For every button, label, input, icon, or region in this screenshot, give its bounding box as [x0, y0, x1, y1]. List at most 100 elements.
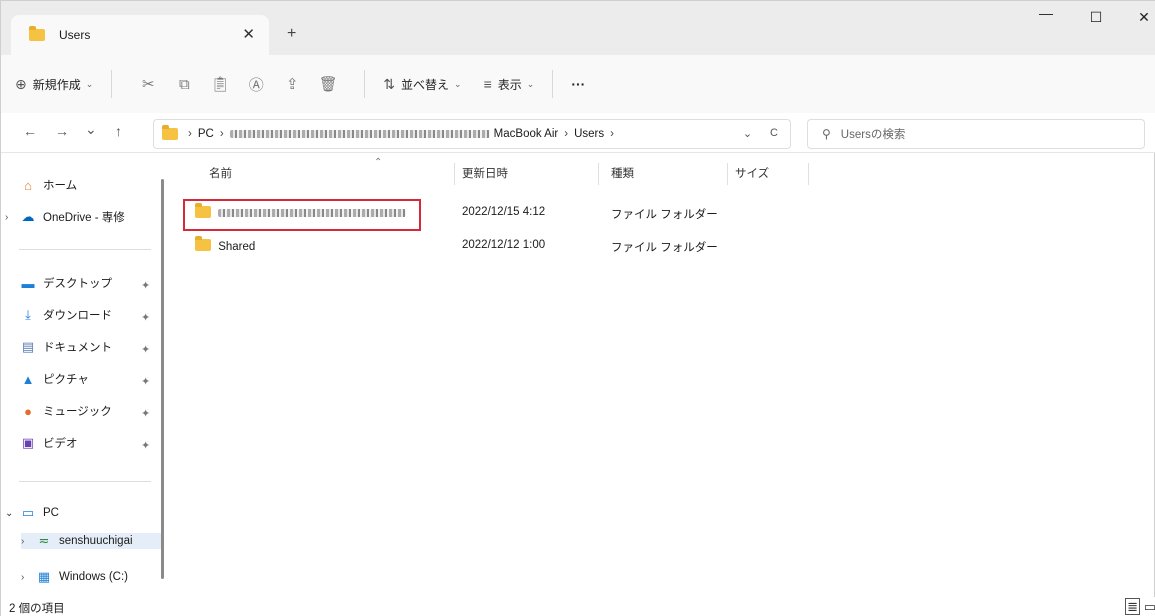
delete-icon[interactable]: 🗑︎	[310, 75, 346, 93]
view-label: 表示	[497, 77, 522, 92]
address-row: ← → ⌄ ↑ › PC › MacBook Air › Users › ⌄ C…	[1, 113, 1155, 153]
title-bar: Users ✕ + — ☐ ✕	[1, 1, 1155, 55]
pin-icon[interactable]: ✦	[141, 311, 150, 324]
annotation-highlight-box	[183, 199, 421, 231]
view-list-icon: ≡	[483, 76, 492, 92]
new-button[interactable]: ⊕ 新規作成 ⌄	[15, 76, 93, 93]
back-button[interactable]: ←	[23, 123, 37, 139]
modified-cell: 2022/12/15 4:12	[462, 206, 546, 218]
column-divider[interactable]	[808, 163, 809, 185]
chevron-down-icon: ⌄	[85, 78, 94, 89]
redacted-breadcrumb	[229, 130, 490, 138]
breadcrumb-pc[interactable]: PC	[198, 128, 214, 140]
copy-icon[interactable]: ⧉	[166, 76, 202, 93]
recent-locations-button[interactable]: ⌄	[85, 121, 97, 138]
refresh-icon[interactable]: C	[770, 127, 778, 140]
minimize-button[interactable]: —	[1031, 5, 1061, 21]
column-header-type[interactable]: 種類	[611, 165, 634, 181]
pin-icon[interactable]: ✦	[141, 343, 150, 356]
breadcrumb-device[interactable]: MacBook Air	[494, 128, 559, 140]
tiles-view-icon[interactable]: ▭	[1144, 599, 1155, 614]
type-cell: ファイル フォルダー	[611, 209, 718, 221]
view-button[interactable]: ≡ 表示 ⌄	[484, 76, 535, 93]
search-box[interactable]: ⚲ Usersの検索	[807, 119, 1145, 149]
view-toggle: ≣ ▭	[1125, 598, 1155, 615]
column-divider[interactable]	[727, 163, 728, 185]
nav-item-user-drive[interactable]: › ≂ senshuuchigai	[21, 533, 161, 549]
folder-icon	[162, 125, 178, 140]
nav-label: ドキュメント	[43, 342, 112, 354]
desktop-icon: ▬	[21, 275, 35, 291]
chevron-down-icon: ⌄	[526, 78, 535, 89]
breadcrumb-separator: ›	[564, 128, 569, 140]
nav-item-windows-drive[interactable]: › ▦ Windows (C:)	[21, 569, 165, 585]
search-icon: ⚲	[822, 127, 831, 141]
address-bar[interactable]: › PC › MacBook Air › Users › ⌄ C	[153, 119, 791, 149]
more-options-button[interactable]: ···	[571, 76, 585, 92]
item-count: 2 個の項目	[9, 603, 65, 615]
nav-label: デスクトップ	[43, 278, 112, 290]
nav-label: senshuuchigai	[59, 535, 133, 547]
share-icon[interactable]: ⇪	[274, 75, 310, 93]
nav-label: ビデオ	[43, 438, 78, 450]
pin-icon[interactable]: ✦	[141, 439, 150, 452]
sort-label: 並べ替え	[401, 77, 450, 92]
breadcrumb-users[interactable]: Users	[574, 128, 604, 140]
nav-scrollbar[interactable]	[161, 179, 164, 579]
folder-icon	[195, 236, 211, 251]
close-button[interactable]: ✕	[1129, 9, 1155, 26]
video-icon: ▣	[21, 435, 35, 450]
tab-users[interactable]: Users ✕	[11, 15, 269, 55]
nav-item-pc[interactable]: ⌄ ▭ PC	[5, 505, 149, 521]
file-explorer-window: Users ✕ + — ☐ ✕ ⊕ 新規作成 ⌄ ✂ ⧉ 📋︎ Ⓐ ⇪ 🗑︎ ⇅…	[0, 0, 1155, 616]
column-header-name[interactable]: 名前	[209, 165, 232, 181]
forward-button[interactable]: →	[55, 123, 69, 139]
chevron-down-icon: ⌄	[454, 78, 462, 89]
nav-label: ダウンロード	[43, 310, 112, 322]
tab-close-icon[interactable]: ✕	[242, 25, 255, 43]
sort-icon: ⇅	[383, 75, 396, 92]
pin-icon[interactable]: ✦	[141, 279, 150, 292]
search-placeholder: Usersの検索	[840, 129, 906, 141]
up-button[interactable]: ↑	[115, 123, 122, 139]
command-bar: ⊕ 新規作成 ⌄ ✂ ⧉ 📋︎ Ⓐ ⇪ 🗑︎ ⇅ 並べ替え ⌄ ≡ 表示 ⌄ ·…	[1, 55, 1155, 113]
pictures-icon: ▲	[21, 371, 35, 387]
nav-divider	[19, 249, 151, 250]
sort-button[interactable]: ⇅ 並べ替え ⌄	[383, 76, 461, 93]
plus-circle-icon: ⊕	[15, 75, 27, 92]
column-divider[interactable]	[598, 163, 599, 185]
pin-icon[interactable]: ✦	[141, 407, 150, 420]
nav-label: Windows (C:)	[59, 571, 129, 583]
cut-icon[interactable]: ✂	[130, 75, 166, 93]
music-icon: ●	[24, 403, 32, 419]
chevron-right-icon: ›	[21, 571, 25, 583]
toolbar-divider	[552, 70, 554, 98]
breadcrumb-separator: ›	[610, 128, 614, 140]
nav-label: OneDrive - 専修	[43, 212, 125, 224]
home-icon: ⌂	[24, 177, 32, 193]
table-row[interactable]: Shared 2022/12/12 1:00 ファイル フォルダー	[181, 234, 921, 258]
network-drive-icon: ≂	[38, 533, 50, 548]
nav-label: ミュージック	[43, 406, 112, 418]
pin-icon[interactable]: ✦	[141, 375, 150, 388]
download-icon: ⤓	[25, 307, 31, 322]
maximize-button[interactable]: ☐	[1081, 9, 1111, 26]
folder-icon	[29, 26, 45, 41]
breadcrumb-separator: ›	[188, 128, 192, 140]
new-tab-button[interactable]: +	[287, 25, 296, 43]
sort-ascending-icon: ⌃	[374, 157, 383, 168]
column-divider[interactable]	[454, 163, 455, 185]
breadcrumb-separator: ›	[219, 128, 224, 140]
new-label: 新規作成	[32, 77, 81, 92]
column-header-modified[interactable]: 更新日時	[462, 165, 508, 181]
details-view-icon[interactable]: ≣	[1125, 598, 1141, 615]
nav-label: PC	[43, 507, 59, 519]
address-dropdown-icon[interactable]: ⌄	[743, 127, 752, 140]
nav-label: ピクチャ	[43, 374, 89, 386]
rename-icon[interactable]: Ⓐ	[238, 74, 274, 95]
nav-item-onedrive[interactable]: › ☁ OneDrive - 専修	[5, 209, 149, 225]
paste-icon[interactable]: 📋︎	[202, 75, 238, 93]
drive-icon: ▦	[37, 569, 51, 584]
column-header-size[interactable]: サイズ	[735, 165, 769, 181]
nav-item-home[interactable]: ⌂ ホーム	[19, 177, 163, 193]
